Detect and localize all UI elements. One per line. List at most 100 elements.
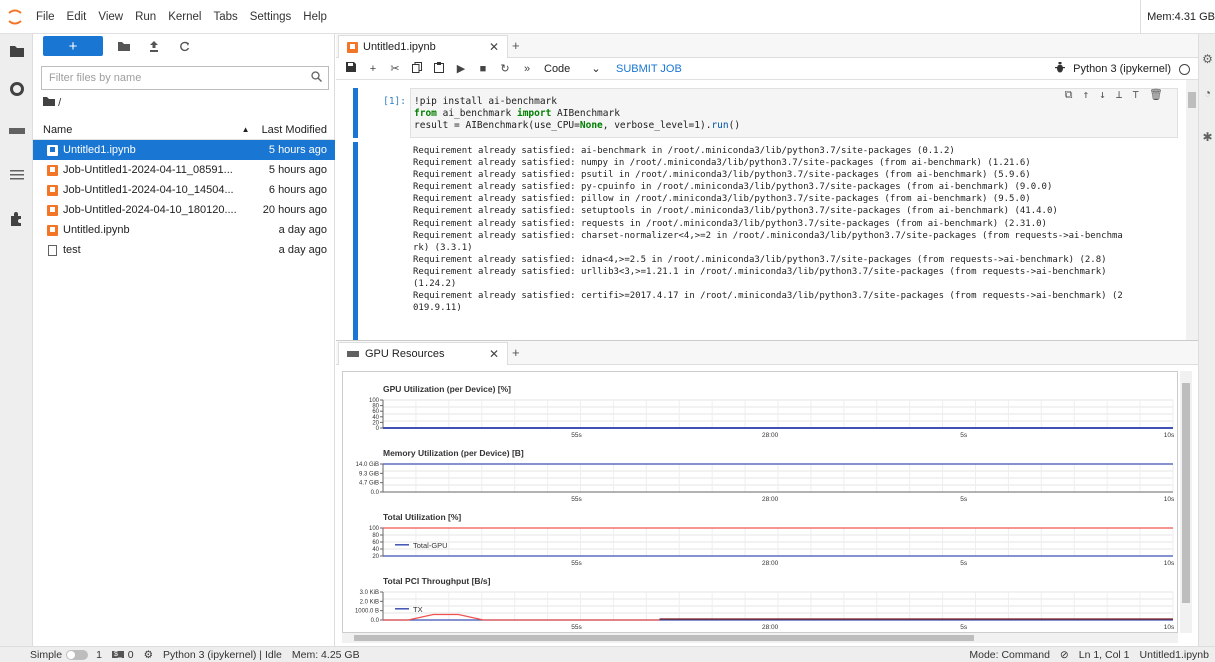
cursor-position[interactable]: Ln 1, Col 1: [1079, 649, 1130, 661]
y-tick-label: 3.0 KiB: [360, 590, 379, 596]
y-tick-label: 100: [369, 526, 380, 532]
file-name-cell: test: [33, 244, 279, 256]
new-folder-icon[interactable]: [109, 36, 139, 56]
output-line: Requirement already satisfied: setuptool…: [413, 206, 1058, 217]
tab-untitled1[interactable]: Untitled1.ipynb ✕: [338, 35, 508, 58]
column-last-modified[interactable]: Last Modified: [262, 124, 335, 136]
run-icon[interactable]: ▶: [450, 62, 472, 75]
x-tick-label: 28:00: [762, 496, 779, 503]
cell-output: Requirement already satisfied: ai-benchm…: [413, 145, 1183, 314]
kernel-indicator[interactable]: Python 3 (ipykernel): [1055, 58, 1190, 80]
file-row[interactable]: Job-Untitled-2024-04-10_180120.... 20 hou…: [33, 200, 335, 220]
code-line: result = AIBenchmark(use_CPU=None, verbo…: [414, 120, 741, 131]
y-tick-label: 0: [376, 426, 380, 432]
menu-edit[interactable]: Edit: [61, 11, 93, 23]
stop-icon[interactable]: ■: [472, 63, 494, 75]
menu-help[interactable]: Help: [297, 11, 333, 23]
cell-type-select[interactable]: Code ⌄: [544, 62, 608, 75]
gpu-dashboard-icon[interactable]: [0, 116, 33, 146]
running-icon[interactable]: [0, 74, 33, 104]
chart-title: Memory Utilization (per Device) [B]: [383, 448, 524, 458]
close-icon[interactable]: ✕: [489, 40, 499, 54]
cell-output-collapser[interactable]: [353, 142, 358, 340]
folder-icon[interactable]: [0, 36, 33, 66]
y-tick-label: 0.0: [371, 618, 380, 624]
extension-manager-icon[interactable]: [0, 204, 33, 234]
restart-icon[interactable]: ↻: [494, 62, 516, 75]
code-cell-editor[interactable]: !pip install ai-benchmark from ai_benchma…: [410, 88, 1178, 138]
output-line: (1.24.2): [413, 279, 457, 290]
menu-settings[interactable]: Settings: [244, 11, 298, 23]
tab-title: Untitled1.ipynb: [363, 41, 436, 53]
output-line: Requirement already satisfied: certifi>=…: [413, 291, 1123, 302]
scrollbar-thumb[interactable]: [354, 635, 974, 641]
notebook-scrollbar[interactable]: [1186, 80, 1198, 340]
cut-icon[interactable]: ✂: [384, 62, 406, 75]
close-icon[interactable]: ✕: [489, 347, 499, 361]
breadcrumb-path: /: [58, 97, 62, 109]
column-name[interactable]: Name: [33, 124, 242, 136]
file-row[interactable]: Untitled.ipynb a day ago: [33, 220, 335, 240]
save-icon[interactable]: [340, 62, 362, 75]
notebook-icon: [47, 204, 58, 216]
new-tab-button[interactable]: +: [512, 38, 520, 53]
scrollbar-thumb[interactable]: [1188, 92, 1196, 108]
submit-job-button[interactable]: SUBMIT JOB: [616, 63, 682, 75]
file-row[interactable]: test a day ago: [33, 240, 335, 260]
menu-run[interactable]: Run: [129, 11, 162, 23]
file-row[interactable]: Job-Untitled1-2024-04-10_14504... 6 hours…: [33, 180, 335, 200]
file-row[interactable]: Job-Untitled1-2024-04-11_08591... 5 hours…: [33, 160, 335, 180]
breadcrumb[interactable]: /: [43, 97, 61, 109]
debugger-icon[interactable]: [1055, 62, 1066, 76]
x-tick-label: 10s: [1164, 432, 1175, 439]
move-up-icon[interactable]: ↑: [1083, 89, 1090, 101]
simple-mode-toggle[interactable]: [66, 649, 89, 660]
chart-title: Total Utilization [%]: [383, 512, 461, 522]
legend-label: TX: [413, 605, 423, 614]
insert-below-icon[interactable]: ⊤: [1132, 89, 1139, 101]
duplicate-cell-icon[interactable]: ⧉: [1065, 89, 1073, 101]
upload-icon[interactable]: [139, 36, 169, 56]
gauge-icon[interactable]: ◔: [1199, 86, 1215, 100]
scrollbar-thumb[interactable]: [1182, 383, 1190, 603]
menu-view[interactable]: View: [92, 11, 129, 23]
cell-input-collapser[interactable]: [353, 88, 358, 138]
file-row[interactable]: Untitled1.ipynb 5 hours ago: [33, 140, 335, 160]
terminal-count[interactable]: 1: [96, 649, 102, 661]
output-line: Requirement already satisfied: idna<4,>=…: [413, 254, 1107, 265]
new-tab-button[interactable]: +: [512, 345, 520, 360]
refresh-icon[interactable]: [169, 36, 199, 56]
sort-ascending-icon[interactable]: ▲: [242, 125, 250, 134]
x-tick-label: 55s: [571, 560, 582, 567]
file-name: test: [63, 244, 81, 256]
y-tick-label: 9.3 GiB: [359, 471, 379, 477]
menu-file[interactable]: File: [30, 11, 61, 23]
property-inspector-icon[interactable]: ⚙: [1199, 52, 1215, 66]
insert-cell-icon[interactable]: +: [362, 63, 384, 75]
new-launcher-button[interactable]: +: [43, 36, 103, 56]
move-down-icon[interactable]: ↓: [1099, 89, 1106, 101]
tab-title: GPU Resources: [365, 348, 445, 360]
y-tick-label: 0.0: [371, 490, 380, 496]
output-line: Requirement already satisfied: psutil in…: [413, 170, 1031, 181]
paste-icon[interactable]: [428, 61, 450, 76]
insert-above-icon[interactable]: ⊥: [1116, 89, 1123, 101]
kernel-status-text[interactable]: Python 3 (ipykernel) | Idle: [163, 649, 282, 661]
menu-kernel[interactable]: Kernel: [162, 11, 207, 23]
trusted-icon[interactable]: ⊘: [1060, 649, 1069, 661]
copy-icon[interactable]: [406, 61, 428, 76]
debugger-icon[interactable]: ✱: [1199, 130, 1215, 144]
kernel-count[interactable]: 0: [128, 649, 134, 661]
run-all-icon[interactable]: »: [516, 63, 538, 75]
legend-label: Total-GPU: [413, 541, 448, 550]
tab-gpu-resources[interactable]: GPU Resources ✕: [338, 342, 508, 365]
file-filter-input[interactable]: Filter files by name: [41, 66, 329, 90]
output-line: Requirement already satisfied: pillow in…: [413, 194, 1031, 205]
menu-tabs[interactable]: Tabs: [207, 11, 243, 23]
gpu-vertical-scrollbar[interactable]: [1180, 371, 1192, 633]
delete-cell-icon[interactable]: 🗑: [1149, 89, 1163, 101]
gpu-horizontal-scrollbar[interactable]: [342, 633, 1178, 643]
notebook-icon: [47, 144, 58, 156]
x-tick-label: 5s: [960, 560, 968, 567]
table-of-contents-icon[interactable]: [0, 160, 33, 190]
